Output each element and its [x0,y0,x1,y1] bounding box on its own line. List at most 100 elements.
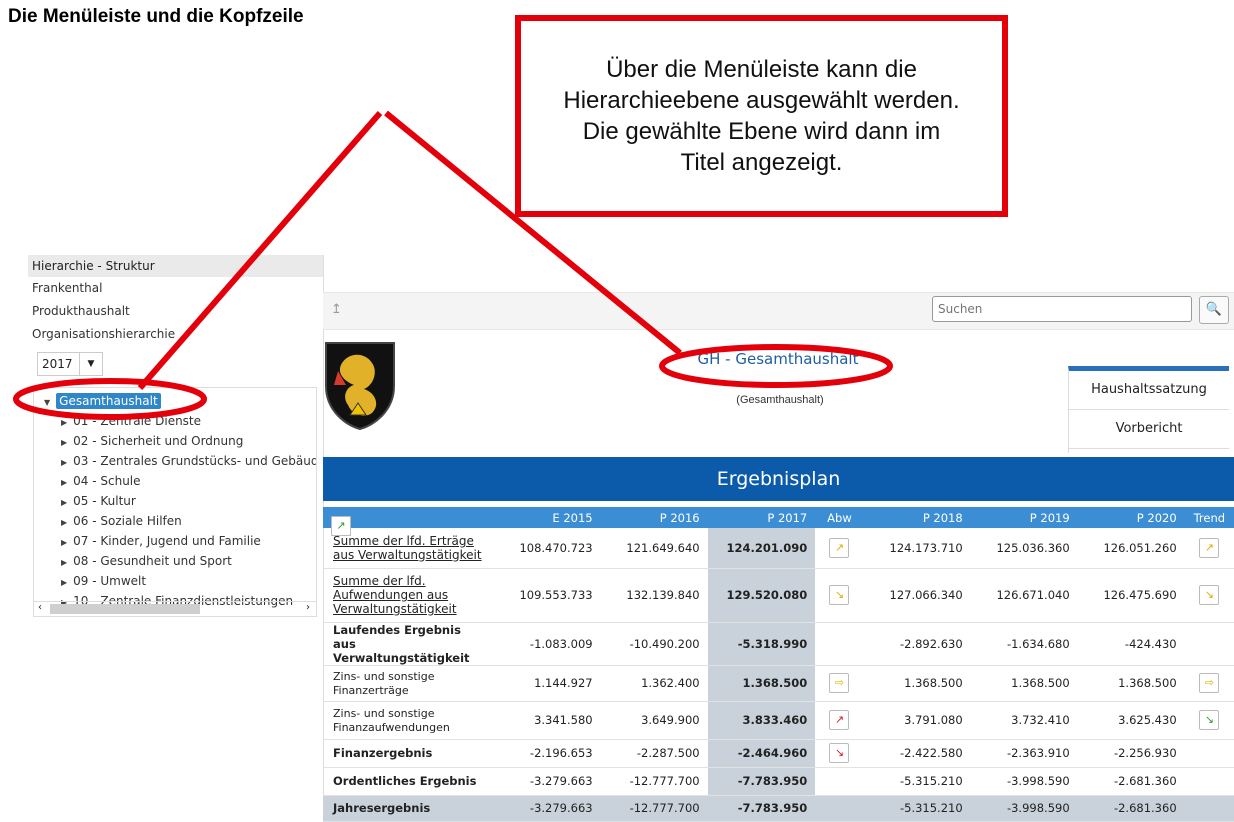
abw-arrow-icon[interactable]: ⇨ [829,673,850,693]
tree-node[interactable]: ▶ 03 - Zentrales Grundstücks- und Gebäude… [34,452,316,472]
value-cell: 129.520.080 [707,568,816,623]
col-p2020[interactable]: P 2020 [1077,507,1185,528]
haushaltssatzung-button[interactable]: Haushaltssatzung [1069,371,1229,410]
row-label: Ordentliches Ergebnis [323,767,494,796]
trend-arrow-icon[interactable]: ↗ [1199,537,1220,558]
col-trend[interactable]: Trend [1184,507,1234,528]
value-cell: -3.279.663 [493,767,601,796]
value-cell: 1.368.500 [863,665,971,702]
trend-cell: ↘ [1184,568,1234,623]
value-cell: -10.490.200 [600,622,708,666]
vorbericht-button[interactable]: Vorbericht [1069,410,1229,449]
collapsed-caret-icon[interactable]: ▶ [61,478,67,487]
row-label: Zins- und sonstige Finanzaufwendungen [323,701,494,740]
trend-cell: ⇨ [1184,665,1234,702]
tree-node[interactable]: ▶ 07 - Kinder, Jugend und Familie [34,532,316,552]
value-cell: 1.368.500 [707,665,816,702]
tree-node-root[interactable]: ▼ Gesamthaushalt [44,392,316,412]
trend-arrow-icon[interactable]: ↗ [331,516,351,536]
horizontal-scrollbar[interactable]: ‹ › [34,601,316,616]
collapsed-caret-icon[interactable]: ▶ [61,518,67,527]
row-label-text: Finanzergebnis [333,746,433,760]
value-cell: -1.634.680 [970,622,1078,666]
collapsed-caret-icon[interactable]: ▶ [61,458,67,467]
trend-cell: ↗ [331,516,1234,822]
col-p2018[interactable]: P 2018 [863,507,971,528]
col-p2016[interactable]: P 2016 [600,507,708,528]
value-cell: -12.777.700 [600,795,708,822]
value-cell: 132.139.840 [600,568,708,623]
scroll-right-icon[interactable]: › [306,602,310,613]
value-cell: -2.892.630 [863,622,971,666]
tree-node-root-label[interactable]: Gesamthaushalt [56,393,161,409]
value-cell: -3.998.590 [970,767,1078,796]
abw-arrow-icon[interactable]: ↘ [829,585,850,605]
tree-node-label: 08 - Gesundheit und Sport [73,554,232,568]
tree-node-label: 03 - Zentrales Grundstücks- und Gebäudem [73,454,317,468]
link-organisationshierarchie[interactable]: Organisationshierarchie [28,323,323,346]
tree-node-label: 04 - Schule [73,474,141,488]
collapsed-caret-icon[interactable]: ▶ [61,578,67,587]
abw-arrow-icon[interactable]: ↗ [829,710,850,730]
row-label-text: Ordentliches Ergebnis [333,774,477,788]
row-label: Zins- und sonstige Finanzerträge [323,665,494,702]
trend-cell: ↗ [1184,528,1234,569]
tree-node[interactable]: ▶ 01 - Zentrale Dienste [34,412,316,432]
value-cell: -2.681.360 [1077,767,1185,796]
ergebnisplan-table: E 2015 P 2016 P 2017 Abw P 2018 P 2019 P… [323,507,1234,822]
trend-arrow-icon[interactable]: ⇨ [1199,673,1220,693]
trend-arrow-icon[interactable]: ↘ [1199,585,1220,605]
document-links-panel: Haushaltssatzung Vorbericht [1068,366,1229,453]
value-cell: -7.783.950 [707,795,816,822]
table-row: Summe der lfd. Erträge aus Verwaltungstä… [323,528,1234,569]
col-e2015[interactable]: E 2015 [493,507,601,528]
scroll-left-icon[interactable]: ‹ [38,602,42,613]
table-header-row: E 2015 P 2016 P 2017 Abw P 2018 P 2019 P… [323,507,1234,528]
coat-of-arms-logo [325,342,395,431]
row-label-text: Zins- und sonstige Finanzaufwendungen [333,707,450,734]
trend-arrow-icon[interactable]: ↘ [1199,710,1220,730]
collapsed-caret-icon[interactable]: ▶ [61,558,67,567]
col-p2017[interactable]: P 2017 [707,507,816,528]
tree-node-label: 06 - Soziale Hilfen [73,514,182,528]
abw-cell: ↗ [331,516,864,822]
row-label[interactable]: Summe der lfd. Aufwendungen aus Verwaltu… [323,568,494,623]
table-row: Laufendes Ergebnis aus Verwaltungstätigk… [323,516,1234,666]
abw-cell: ⇨ [815,665,864,702]
abw-arrow-icon[interactable]: ↗ [829,537,850,558]
search-button[interactable]: 🔍 [1199,296,1229,324]
abw-cell: ↘ [815,739,864,768]
row-label-text: Jahresergebnis [333,801,431,815]
value-cell: 3.625.430 [1077,701,1185,740]
row-label: Jahresergebnis [323,795,494,822]
level-up-icon[interactable]: ↥ [331,302,342,317]
hierarchy-header: Hierarchie - Struktur [28,255,323,277]
link-produkthaushalt[interactable]: Produkthaushalt [28,300,323,323]
tree-node[interactable]: ▶ 06 - Soziale Hilfen [34,512,316,532]
row-label-text: Summe der lfd. Erträge aus Verwaltungstä… [333,533,482,562]
link-frankenthal[interactable]: Frankenthal [28,277,323,300]
value-cell: -2.681.360 [1077,795,1185,822]
expanded-caret-icon[interactable]: ▼ [44,398,50,407]
collapsed-caret-icon[interactable]: ▶ [61,418,67,427]
scrollbar-thumb[interactable] [50,604,200,614]
value-cell: -3.279.663 [493,795,601,822]
hierarchy-tree: ▼ Gesamthaushalt ▶ 01 - Zentrale Dienste ▶ 0… [33,387,317,617]
collapsed-caret-icon[interactable]: ▶ [61,538,67,547]
col-abw[interactable]: Abw [815,507,864,528]
tree-node[interactable]: ▶ 08 - Gesundheit und Sport [34,552,316,572]
value-cell: 1.144.927 [493,665,601,702]
tree-node[interactable]: ▶ 02 - Sicherheit und Ordnung [34,432,316,452]
collapsed-caret-icon[interactable]: ▶ [61,498,67,507]
value-cell: 124.201.090 [707,528,816,569]
abw-arrow-icon[interactable]: ↘ [829,743,850,763]
tree-node[interactable]: ▶ 09 - Umwelt [34,572,316,592]
year-select[interactable]: 2017 ▼ [37,352,103,376]
chevron-down-icon[interactable]: ▼ [79,353,102,375]
tree-node[interactable]: ▶ 05 - Kultur [34,492,316,512]
col-p2019[interactable]: P 2019 [970,507,1078,528]
collapsed-caret-icon[interactable]: ▶ [61,438,67,447]
page-subtitle: (Gesamthaushalt) [736,394,824,406]
search-input[interactable] [932,296,1192,322]
tree-node[interactable]: ▶ 04 - Schule [34,472,316,492]
